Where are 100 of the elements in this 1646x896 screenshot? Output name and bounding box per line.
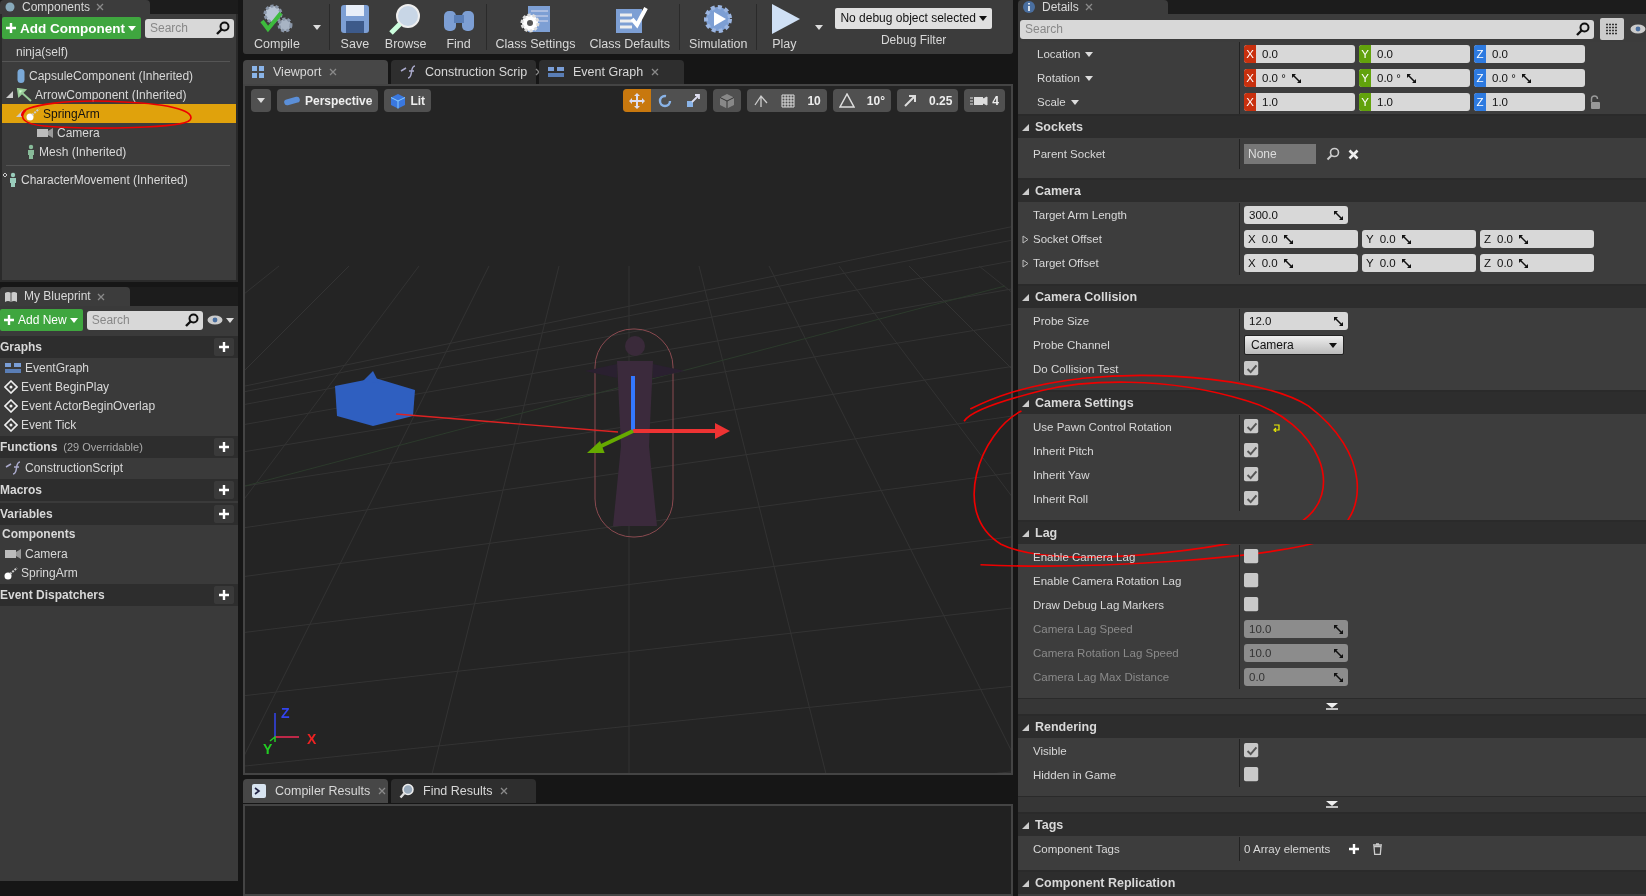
section-header[interactable]: Camera Settings (1018, 392, 1646, 414)
list-item[interactable]: SpringArm (0, 563, 238, 582)
search-button[interactable] (181, 310, 203, 330)
tree-item[interactable]: ninja(self) (2, 42, 230, 62)
number-field[interactable]: Z 0.0 (1474, 45, 1585, 63)
section-header[interactable]: Tags (1018, 814, 1646, 836)
search-icon (185, 313, 199, 327)
document-tab[interactable]: Construction Scrip (391, 60, 536, 84)
settings-button[interactable]: Class Settings (488, 0, 583, 54)
number-field[interactable]: Y 0.0 (1362, 230, 1476, 248)
tree-item[interactable]: SpringArm (2, 104, 236, 123)
number-field[interactable]: Z 0.0 (1480, 230, 1594, 248)
list-item[interactable]: Camera (0, 544, 238, 563)
options-button[interactable] (251, 89, 271, 112)
checkbox[interactable] (1244, 443, 1260, 459)
tree-item[interactable]: CharacterMovement (Inherited) (2, 170, 236, 189)
transform-menu[interactable]: Location (1022, 48, 1094, 60)
checkbox[interactable] (1244, 361, 1260, 377)
section-header[interactable]: Rendering (1018, 716, 1646, 738)
add-button[interactable] (214, 505, 234, 523)
debug-object-dropdown[interactable]: No debug object selected (835, 7, 992, 29)
save-button[interactable]: Save (331, 0, 378, 54)
console-icon (251, 783, 267, 799)
tree-item[interactable]: Mesh (Inherited) (2, 142, 236, 161)
number-field[interactable]: Y 1.0 (1359, 93, 1470, 111)
list-item[interactable]: EventGraph (0, 358, 238, 377)
add-element-button[interactable] (1348, 843, 1361, 855)
browse-button[interactable]: Browse (377, 0, 434, 54)
panel-tab[interactable]: Compiler Results (243, 779, 388, 803)
add-button[interactable] (214, 338, 234, 356)
add-button[interactable] (214, 586, 234, 604)
checkbox[interactable] (1244, 767, 1260, 783)
view-options-button[interactable] (1600, 18, 1624, 40)
list-item[interactable]: Event Tick (0, 415, 238, 434)
tree-item[interactable]: ArrowComponent (Inherited) (2, 85, 236, 104)
number-field[interactable]: X 0.0 (1244, 254, 1358, 272)
tree-item[interactable]: Camera (2, 123, 236, 142)
document-tab[interactable]: Viewport (243, 60, 388, 84)
expand-triangle-icon (1022, 723, 1029, 731)
grid-icon (781, 93, 796, 108)
number-field[interactable]: Y 0.0 ° (1359, 69, 1470, 87)
list-item[interactable]: ConstructionScript (0, 458, 238, 477)
number-field[interactable]: 12.0 (1244, 312, 1348, 330)
panel-tab[interactable]: Components (0, 0, 150, 14)
number-field[interactable]: X 1.0 (1244, 93, 1355, 111)
number-field[interactable]: X 0.0 (1244, 45, 1355, 63)
defaults-button[interactable]: Class Defaults (582, 0, 678, 54)
advanced-toggle[interactable] (1018, 796, 1646, 812)
search-button[interactable] (212, 18, 234, 38)
advanced-toggle[interactable] (1018, 698, 1646, 714)
checkbox[interactable] (1244, 419, 1260, 435)
section-header[interactable]: Camera (1018, 180, 1646, 202)
search-field[interactable]: Search (145, 18, 212, 38)
number-field[interactable]: X 0.0 ° (1244, 69, 1355, 87)
checkbox[interactable] (1244, 549, 1260, 565)
section-header[interactable]: Sockets (1018, 116, 1646, 138)
add-button[interactable] (214, 438, 234, 456)
find-button[interactable]: Find (433, 0, 484, 54)
checkbox[interactable] (1244, 467, 1260, 483)
section-header[interactable]: Camera Collision (1018, 286, 1646, 308)
trash-icon (1372, 843, 1384, 855)
document-tab[interactable]: Event Graph (539, 60, 684, 84)
number-field[interactable]: 300.0 (1244, 206, 1348, 224)
compile-button[interactable]: Compile (247, 0, 307, 54)
panel-tab[interactable]: My Blueprint (0, 287, 130, 306)
number-field[interactable]: X 0.0 (1244, 230, 1358, 248)
list-item[interactable]: Event BeginPlay (0, 377, 238, 396)
lighting-button[interactable]: Lit (384, 89, 432, 112)
transform-menu[interactable]: Scale (1022, 96, 1079, 108)
number-field[interactable]: Z 1.0 (1474, 93, 1585, 111)
translate-mode-button[interactable] (623, 89, 652, 112)
remove-all-button[interactable] (1372, 843, 1384, 855)
channel-dropdown[interactable]: Camera (1244, 335, 1344, 355)
section-header[interactable]: Lag (1018, 522, 1646, 544)
section-header[interactable]: Component Replication (1018, 872, 1646, 894)
clear-button[interactable] (1348, 148, 1359, 160)
number-field[interactable]: Y 0.0 (1362, 254, 1476, 272)
search-field[interactable]: Search (86, 310, 181, 330)
view-mode-button[interactable]: Perspective (277, 89, 379, 112)
panel-tab[interactable]: Details (1018, 0, 1168, 14)
checkbox[interactable] (1244, 573, 1260, 589)
number-field[interactable]: Z 0.0 ° (1474, 69, 1585, 87)
world-space-button[interactable] (713, 89, 742, 112)
number-field[interactable]: Z 0.0 (1480, 254, 1594, 272)
checkbox[interactable] (1244, 491, 1260, 507)
camera-speed-button[interactable]: 4 (964, 89, 1005, 112)
search-button[interactable] (1572, 19, 1594, 39)
list-item[interactable]: Event ActorBeginOverlap (0, 396, 238, 415)
checkbox[interactable] (1244, 743, 1260, 759)
add-button[interactable] (214, 481, 234, 499)
transform-menu[interactable]: Rotation (1022, 72, 1093, 84)
checkbox[interactable] (1244, 597, 1260, 613)
panel-tab[interactable]: Find Results (391, 779, 536, 803)
number-field[interactable]: Y 0.0 (1359, 45, 1470, 63)
camera-icon (36, 126, 54, 139)
visibility-button[interactable] (207, 315, 234, 325)
play-button[interactable]: Play (759, 0, 810, 54)
simulation-button[interactable]: Simulation (682, 0, 755, 54)
search-field[interactable]: Search (1020, 19, 1572, 39)
tree-item[interactable]: CapsuleComponent (Inherited) (2, 66, 236, 85)
